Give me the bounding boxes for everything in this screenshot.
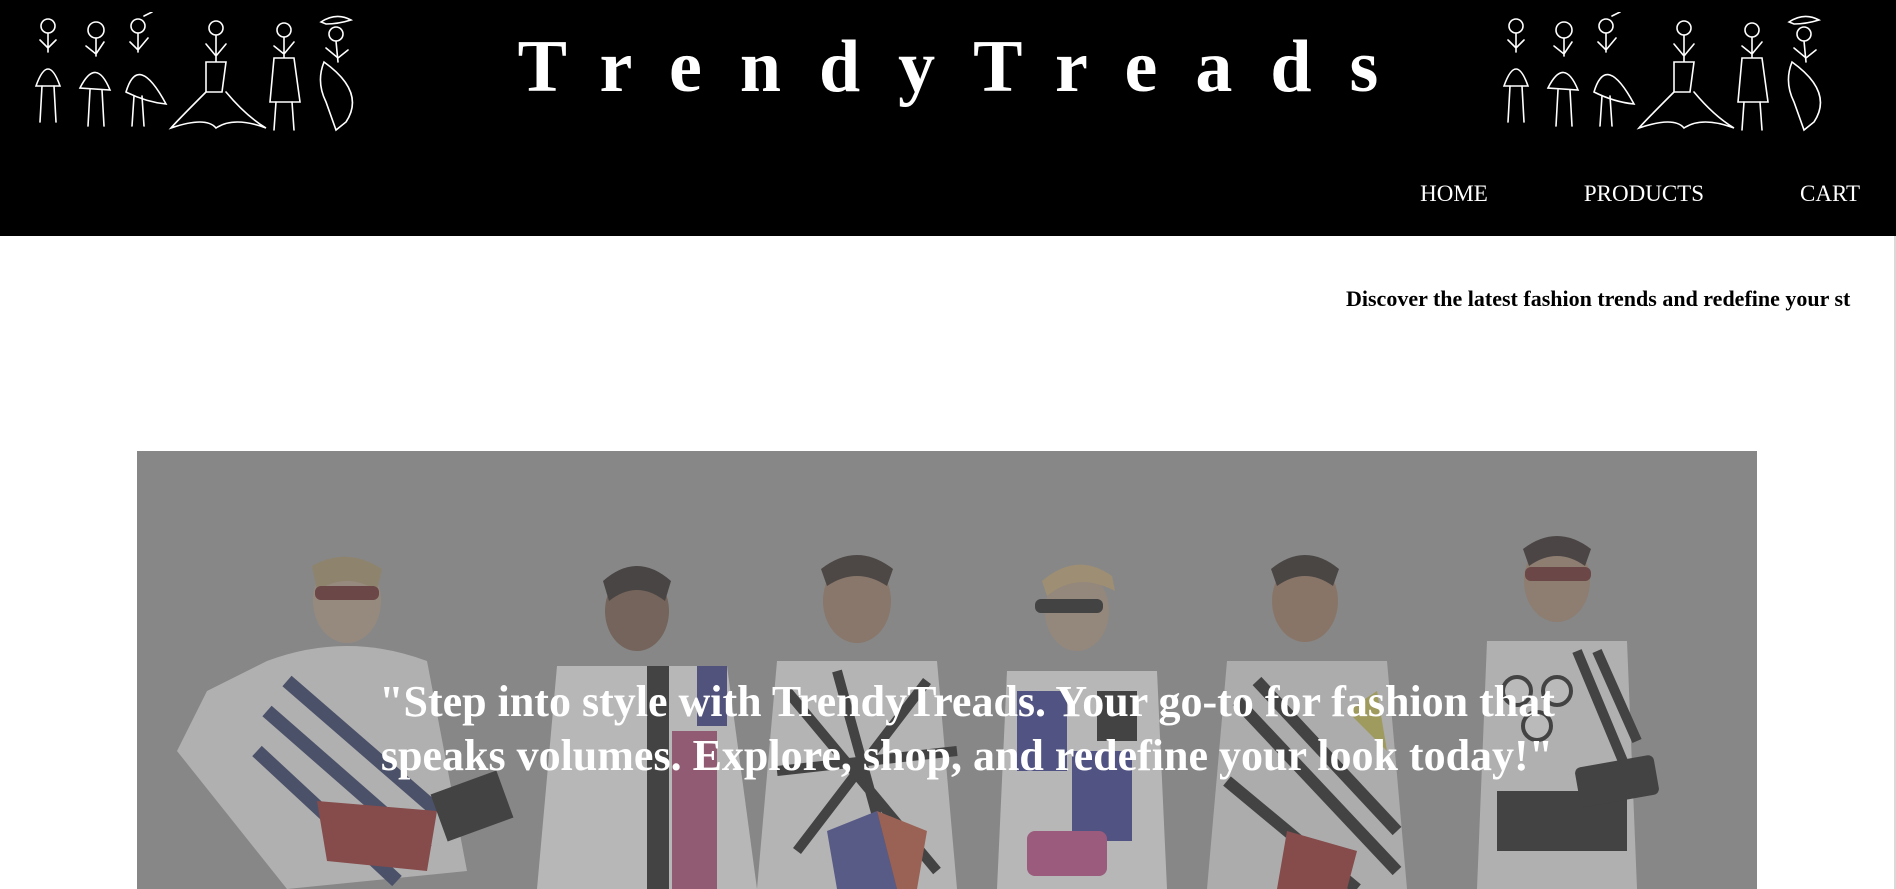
nav-products-link[interactable]: PRODUCTS xyxy=(1584,180,1704,208)
nav-cart-link[interactable]: CART xyxy=(1800,180,1860,208)
hero-overlay xyxy=(137,451,1757,889)
site-header: TrendyTreads HOME PRODUCTS CART xyxy=(0,0,1896,236)
nav-home-link[interactable]: HOME xyxy=(1420,180,1488,208)
main-nav: HOME PRODUCTS CART xyxy=(1420,180,1860,208)
fashion-sketch-icon xyxy=(1494,12,1839,140)
hero-banner: "Step into style with TrendyTreads. Your… xyxy=(137,451,1757,889)
tagline-marquee: Discover the latest fashion trends and r… xyxy=(0,270,1894,320)
page: TrendyTreads HOME PRODUCTS CART Discover… xyxy=(0,0,1896,889)
hero-quote: "Step into style with TrendyTreads. Your… xyxy=(379,677,1555,780)
tagline-text: Discover the latest fashion trends and r… xyxy=(1346,286,1851,311)
